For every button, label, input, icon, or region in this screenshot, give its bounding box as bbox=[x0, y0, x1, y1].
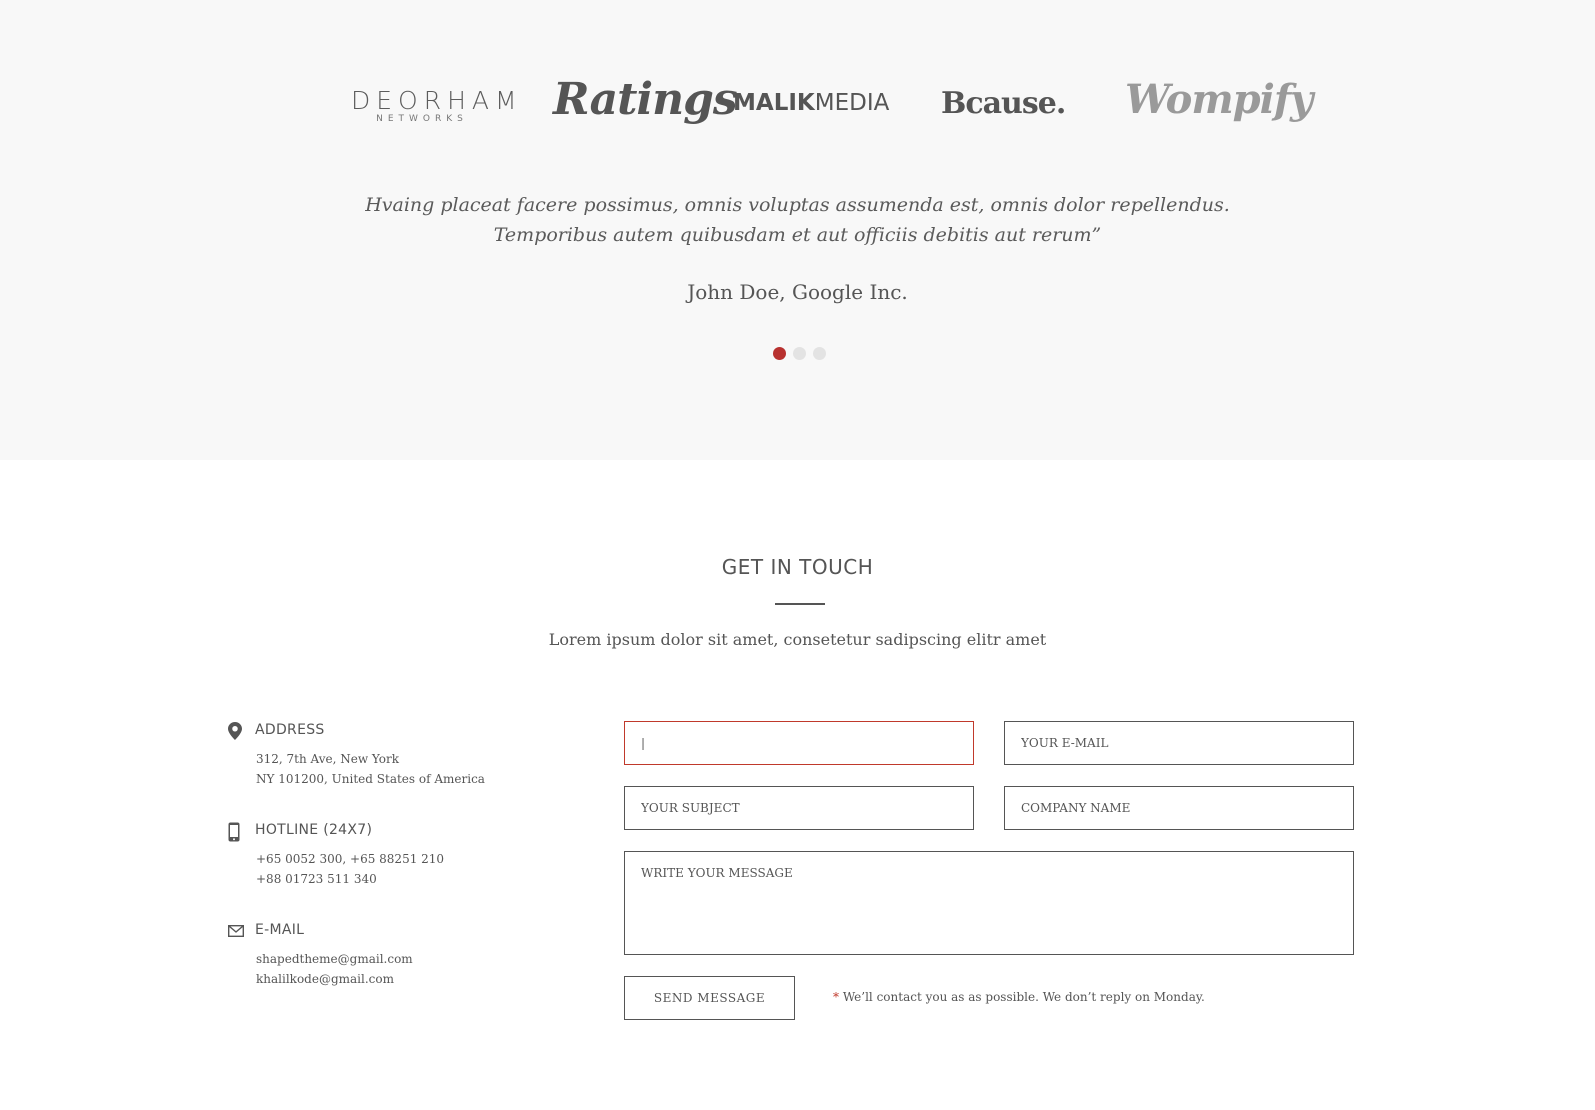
carousel-dot-2[interactable] bbox=[793, 347, 806, 360]
email-title: E-MAIL bbox=[255, 922, 305, 938]
address-title: ADDRESS bbox=[255, 722, 325, 738]
quote-line-2: Temporibus autem quibusdam et aut offici… bbox=[493, 224, 1102, 246]
malik-logo-bold: MALIK bbox=[733, 90, 815, 116]
testimonial-quote: Hvaing placeat facere possimus, omnis vo… bbox=[0, 190, 1595, 250]
email-line-1: shapedtheme@gmail.com bbox=[256, 952, 413, 966]
client-logos: DEORHAM NETWORKS Ratings MALIKMEDIA Bcau… bbox=[0, 72, 1595, 142]
deorham-logo-subtext: NETWORKS bbox=[376, 114, 468, 124]
mobile-phone-icon bbox=[228, 822, 246, 842]
name-input[interactable] bbox=[624, 721, 974, 765]
ratings-logo: Ratings bbox=[553, 74, 738, 125]
contact-subheading: Lorem ipsum dolor sit amet, consetetur s… bbox=[548, 630, 1047, 649]
carousel-dot-3[interactable] bbox=[813, 347, 826, 360]
carousel-dots bbox=[773, 347, 826, 360]
hotline-title: HOTLINE (24X7) bbox=[255, 822, 373, 838]
map-pin-icon bbox=[228, 722, 246, 742]
address-line-1: 312, 7th Ave, New York bbox=[256, 752, 400, 766]
deorham-logo-text: DEORHAM bbox=[351, 86, 523, 115]
heading-divider bbox=[775, 603, 825, 605]
testimonial-section: DEORHAM NETWORKS Ratings MALIKMEDIA Bcau… bbox=[0, 0, 1595, 460]
contact-heading: GET IN TOUCH bbox=[721, 555, 874, 579]
company-name-input[interactable] bbox=[1004, 786, 1354, 830]
quote-line-1: Hvaing placeat facere possimus, omnis vo… bbox=[365, 194, 1230, 216]
hotline-line-2: +88 01723 511 340 bbox=[256, 872, 377, 886]
email-line-2: khalilkode@gmail.com bbox=[256, 972, 394, 986]
wompify-logo: Wompify bbox=[1125, 76, 1313, 123]
send-message-button[interactable]: SEND MESSAGE bbox=[624, 976, 795, 1020]
hotline-line-1: +65 0052 300, +65 88251 210 bbox=[256, 852, 445, 866]
malik-logo-light: MEDIA bbox=[814, 90, 890, 116]
address-line-2: NY 101200, United States of America bbox=[256, 772, 485, 786]
contact-note: * We’ll contact you as as possible. We d… bbox=[833, 990, 1205, 1004]
deorham-networks-logo: DEORHAM NETWORKS bbox=[351, 86, 523, 125]
malik-media-logo: MALIKMEDIA bbox=[733, 90, 889, 116]
testimonial-author: John Doe, Google Inc. bbox=[687, 280, 908, 304]
subject-input[interactable] bbox=[624, 786, 974, 830]
carousel-dot-1[interactable] bbox=[773, 347, 786, 360]
envelope-icon bbox=[227, 922, 246, 942]
email-input[interactable] bbox=[1004, 721, 1354, 765]
message-textarea[interactable] bbox=[624, 851, 1354, 955]
contact-note-text: We’ll contact you as as possible. We don… bbox=[839, 990, 1205, 1004]
bcause-logo: Bcause. bbox=[941, 86, 1066, 121]
